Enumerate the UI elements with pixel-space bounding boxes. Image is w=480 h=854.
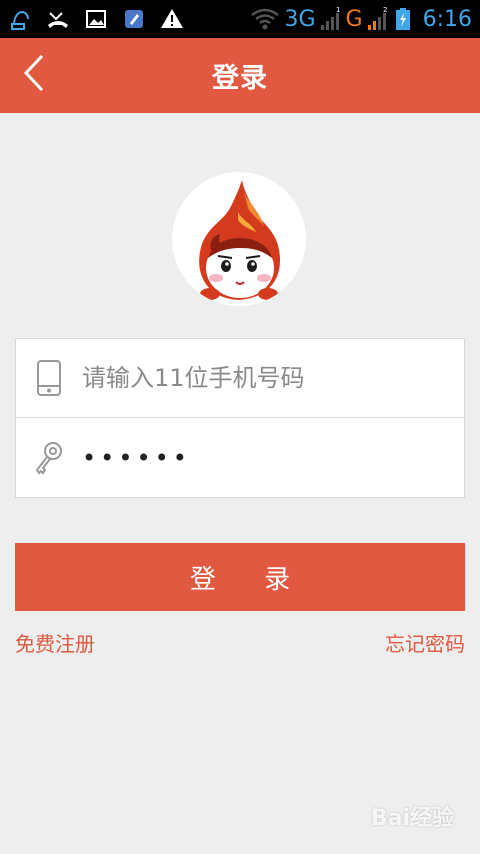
password-input[interactable]: •••••• bbox=[82, 444, 191, 472]
password-row: •••••• bbox=[16, 418, 464, 497]
baidu-watermark: Bai经验 bbox=[370, 806, 454, 831]
login-form: •••••• bbox=[15, 338, 465, 498]
cleaner-icon bbox=[122, 7, 146, 31]
register-link[interactable]: 免费注册 bbox=[15, 628, 95, 657]
missed-call-icon bbox=[46, 7, 70, 31]
signal-sup-2: 2 bbox=[383, 7, 387, 14]
title-bar: 登录 bbox=[0, 38, 480, 113]
clock: 6:16 bbox=[422, 6, 472, 32]
warning-icon bbox=[160, 7, 184, 31]
network-type-1: 3G bbox=[284, 6, 316, 32]
signal-sup-1: 1 bbox=[336, 7, 340, 14]
phone-row bbox=[16, 339, 464, 418]
wifi-icon bbox=[250, 7, 280, 31]
phone-icon bbox=[16, 339, 82, 418]
sync-icon bbox=[8, 7, 32, 31]
avatar bbox=[172, 172, 306, 306]
phone-input[interactable] bbox=[82, 348, 464, 408]
gallery-icon bbox=[84, 7, 108, 31]
chevron-left-icon bbox=[22, 53, 46, 97]
signal-icon: 2 bbox=[367, 7, 389, 31]
back-button[interactable] bbox=[14, 52, 54, 98]
mascot-logo bbox=[199, 180, 280, 300]
network-type-2: G bbox=[345, 6, 363, 32]
key-icon bbox=[16, 418, 82, 497]
page-title: 登录 bbox=[212, 63, 268, 94]
signal-icon: 1 bbox=[320, 7, 342, 31]
status-bar: 3G 1 G 2 6:16 bbox=[0, 0, 480, 38]
forgot-password-link[interactable]: 忘记密码 bbox=[385, 628, 465, 657]
login-button[interactable]: 登 录 bbox=[15, 543, 465, 611]
battery-icon bbox=[393, 7, 413, 31]
